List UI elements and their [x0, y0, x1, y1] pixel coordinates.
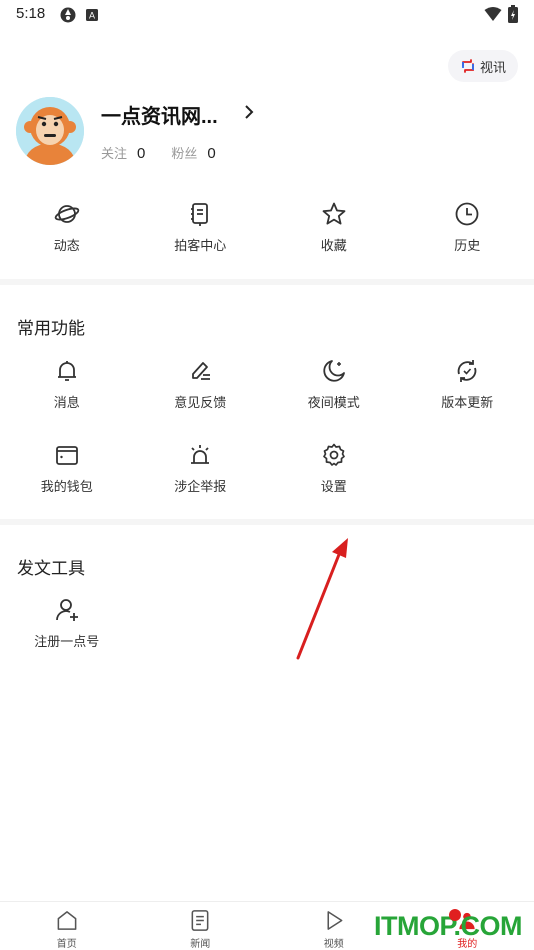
refresh-icon	[457, 360, 477, 382]
function-label: 设置	[320, 479, 347, 494]
register-yidian-account[interactable]: 注册一点号	[0, 597, 134, 650]
avatar[interactable]	[16, 97, 84, 165]
video-button[interactable]: 视讯	[448, 50, 518, 82]
writing-tools-title: 发文工具	[17, 559, 85, 578]
follow-stats: 关注 0 粉丝 0	[101, 143, 242, 162]
nav-home[interactable]: 首页	[0, 902, 134, 950]
sync-status-icon	[59, 6, 77, 29]
video-button-label: 视讯	[479, 59, 506, 75]
common-functions-row-1: 消息 意见反馈 夜间模式 版本更新	[0, 358, 534, 411]
function-label: 意见反馈	[174, 395, 227, 410]
quick-actions: 动态 拍客中心 收藏 历史	[0, 201, 534, 254]
function-version-update[interactable]: 版本更新	[401, 358, 534, 411]
function-enterprise-report[interactable]: 涉企举报	[134, 442, 268, 495]
edit-icon	[192, 362, 211, 380]
monkey-avatar-icon	[16, 97, 84, 165]
quick-action-label: 历史	[454, 238, 481, 253]
watermark-dot	[449, 909, 461, 921]
status-time: 5:18	[16, 5, 46, 22]
nav-label: 新闻	[190, 939, 211, 950]
news-icon	[191, 910, 209, 931]
function-messages[interactable]: 消息	[0, 358, 134, 411]
function-label: 夜间模式	[307, 395, 360, 410]
profile-name[interactable]: 一点资讯网...	[101, 100, 218, 129]
following-label[interactable]: 关注	[101, 143, 127, 162]
chevron-right-icon[interactable]	[243, 104, 255, 120]
battery-icon	[508, 5, 518, 28]
function-settings[interactable]: 设置	[267, 442, 401, 495]
quick-action-label: 动态	[53, 238, 80, 253]
planet-icon	[54, 205, 80, 223]
quick-action-label: 收藏	[320, 238, 347, 253]
home-icon	[57, 911, 77, 930]
video-icon	[462, 59, 474, 73]
quick-action-dynamics[interactable]: 动态	[0, 201, 134, 254]
tool-label: 注册一点号	[34, 634, 100, 649]
common-functions-row-2: 我的钱包 涉企举报 设置	[0, 442, 534, 495]
nav-news[interactable]: 新闻	[134, 902, 268, 950]
section-divider	[0, 279, 534, 285]
moon-icon	[323, 360, 345, 382]
alarm-icon	[191, 445, 210, 464]
bell-icon	[57, 361, 76, 381]
watermark: ITMOP.COM	[374, 911, 523, 941]
function-label: 版本更新	[441, 395, 494, 410]
play-icon	[327, 911, 343, 930]
followers-count[interactable]: 0	[207, 145, 215, 162]
quick-action-paike-center[interactable]: 拍客中心	[134, 201, 268, 254]
quick-action-history[interactable]: 历史	[401, 201, 534, 254]
add-user-icon	[55, 599, 78, 621]
clock-icon	[455, 202, 479, 226]
following-count[interactable]: 0	[137, 145, 145, 162]
function-label: 我的钱包	[40, 479, 93, 494]
status-bar: 5:18 A	[0, 0, 534, 30]
common-functions-title: 常用功能	[17, 319, 85, 338]
section-divider	[0, 519, 534, 525]
function-label: 消息	[53, 395, 80, 410]
nav-label: 视频	[323, 939, 344, 950]
wallet-icon	[55, 446, 78, 465]
gear-icon	[322, 443, 345, 466]
function-wallet[interactable]: 我的钱包	[0, 442, 134, 495]
font-status-icon: A	[86, 8, 98, 26]
quick-action-favorites[interactable]: 收藏	[267, 201, 401, 254]
followers-label[interactable]: 粉丝	[171, 143, 197, 162]
function-label: 涉企举报	[174, 479, 227, 494]
function-feedback[interactable]: 意见反馈	[134, 358, 268, 411]
star-icon	[322, 202, 346, 225]
wifi-icon	[484, 6, 502, 27]
notebook-icon	[191, 203, 209, 226]
svg-text:A: A	[89, 11, 95, 21]
function-night-mode[interactable]: 夜间模式	[267, 358, 401, 411]
quick-action-label: 拍客中心	[174, 238, 227, 253]
nav-label: 首页	[56, 939, 77, 950]
